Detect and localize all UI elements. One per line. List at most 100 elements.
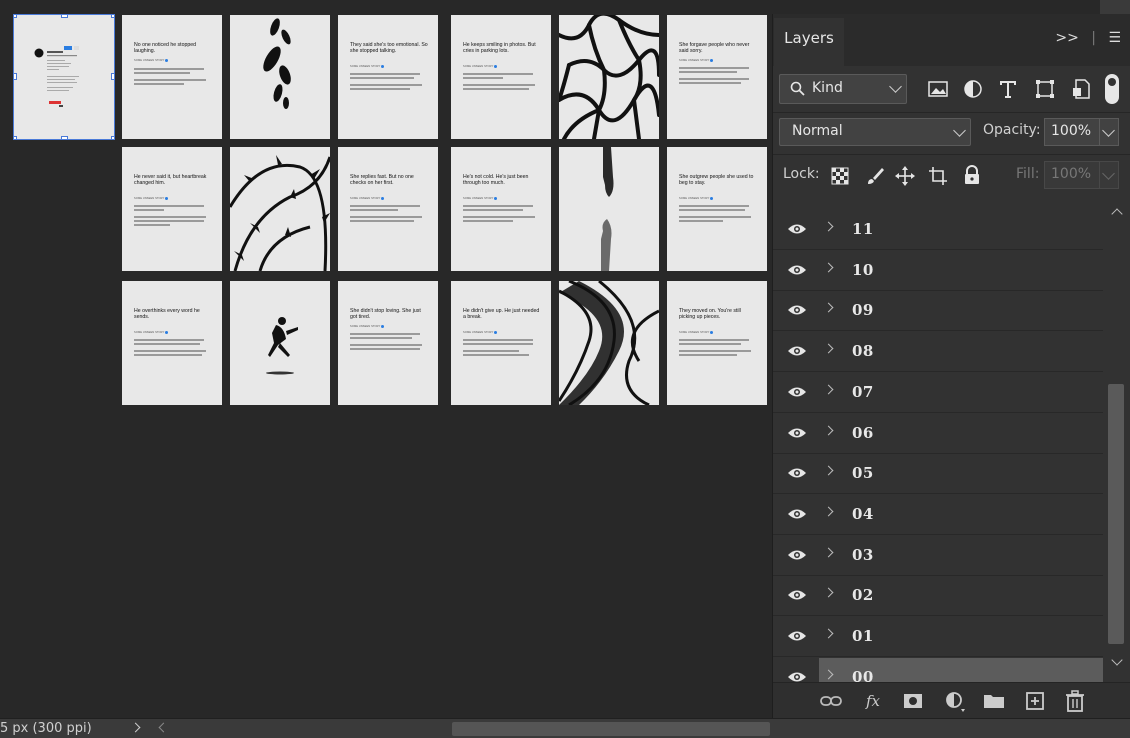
opacity-dropdown[interactable] xyxy=(1099,118,1119,146)
artboard-image-leaping-figure[interactable] xyxy=(230,281,330,405)
visibility-eye-icon[interactable] xyxy=(787,670,807,682)
visibility-eye-icon[interactable] xyxy=(787,629,807,643)
expand-group-arrow-icon[interactable] xyxy=(823,302,834,313)
artboard-text[interactable]: She replies fast. But no one checks on h… xyxy=(338,147,438,271)
new-layer-icon[interactable] xyxy=(1023,689,1047,713)
visibility-eye-icon[interactable] xyxy=(787,303,807,317)
layer-row[interactable]: 09 xyxy=(773,291,1103,331)
artboard-text[interactable]: He never said it, but heartbreak changed… xyxy=(122,147,222,271)
visibility-eye-icon[interactable] xyxy=(787,507,807,521)
layers-panel-toolbar: fx xyxy=(773,682,1130,719)
resize-handle-left[interactable] xyxy=(14,73,17,80)
horizontal-scrollbar-thumb[interactable] xyxy=(452,722,770,736)
layer-list: 11 10 09 08 07 06 05 04 03 02 01 00 xyxy=(773,198,1103,682)
scroll-up-icon[interactable] xyxy=(1111,208,1123,220)
layer-row[interactable]: 06 xyxy=(773,414,1103,454)
expand-group-arrow-icon[interactable] xyxy=(823,384,834,395)
panel-menu-icon[interactable]: ☰ xyxy=(1108,30,1121,46)
filter-toggle-switch[interactable] xyxy=(1105,74,1119,104)
artboard-text[interactable]: No one noticed he stopped laughing. SOME… xyxy=(122,15,222,139)
expand-group-arrow-icon[interactable] xyxy=(823,465,834,476)
layer-row[interactable]: 03 xyxy=(773,536,1103,576)
lock-artboard-nesting-icon[interactable] xyxy=(928,166,948,186)
layer-row[interactable]: 02 xyxy=(773,576,1103,616)
artboard-image-falling-figures[interactable] xyxy=(230,15,330,139)
filter-smart-objects-icon[interactable] xyxy=(1068,76,1094,102)
artboard-cover[interactable] xyxy=(13,14,115,140)
layer-row[interactable]: 10 xyxy=(773,251,1103,291)
layer-row[interactable]: 00 xyxy=(773,658,1103,682)
expand-group-arrow-icon[interactable] xyxy=(823,425,834,436)
visibility-eye-icon[interactable] xyxy=(787,426,807,440)
expand-group-arrow-icon[interactable] xyxy=(823,587,834,598)
artboard-image-flowing-lines[interactable] xyxy=(559,281,659,405)
resize-handle-bottom[interactable] xyxy=(61,136,68,139)
artboard-text[interactable]: She outgrew people she used to beg to st… xyxy=(667,147,767,271)
new-fill-adjustment-layer-icon[interactable] xyxy=(943,689,967,713)
document-canvas[interactable]: No one noticed he stopped laughing. SOME… xyxy=(0,0,772,718)
lock-image-pixels-brush-icon[interactable] xyxy=(865,166,885,186)
layer-row[interactable]: 04 xyxy=(773,495,1103,535)
artboard-image-thorns[interactable] xyxy=(230,147,330,271)
resize-handle-top-left[interactable] xyxy=(14,15,17,18)
artboard-text[interactable]: She forgave people who never said sorry.… xyxy=(667,15,767,139)
visibility-eye-icon[interactable] xyxy=(787,222,807,236)
layer-name: 11 xyxy=(852,220,874,238)
status-bar: 5 px (300 ppi) xyxy=(0,718,1130,738)
expand-group-arrow-icon[interactable] xyxy=(823,343,834,354)
artboard-text[interactable]: He didn't give up. He just needed a brea… xyxy=(451,281,551,405)
resize-handle-top-right[interactable] xyxy=(111,15,114,18)
artboard-text[interactable]: They said she's too emotional. So she st… xyxy=(338,15,438,139)
artboard-text[interactable]: He keeps smiling in photos. But cries in… xyxy=(451,15,551,139)
layer-style-fx-icon[interactable]: fx xyxy=(861,689,885,713)
lock-transparent-pixels-icon[interactable] xyxy=(831,167,849,185)
tab-layers[interactable]: Layers xyxy=(774,18,844,66)
scrollbar-thumb[interactable] xyxy=(1108,384,1124,644)
artboard-text[interactable]: He's not cold. He's just been through to… xyxy=(451,147,551,271)
artboard-image-reaching-hands[interactable] xyxy=(559,147,659,271)
resize-handle-bottom-right[interactable] xyxy=(111,136,114,139)
add-layer-mask-icon[interactable] xyxy=(901,689,925,713)
artboard-text[interactable]: He overthinks every word he sends. SOME … xyxy=(122,281,222,405)
layer-row[interactable]: 07 xyxy=(773,373,1103,413)
visibility-eye-icon[interactable] xyxy=(787,548,807,562)
expand-group-arrow-icon[interactable] xyxy=(823,506,834,517)
resize-handle-bottom-left[interactable] xyxy=(14,136,17,139)
resize-handle-top[interactable] xyxy=(61,15,68,18)
new-group-folder-icon[interactable] xyxy=(982,689,1006,713)
visibility-eye-icon[interactable] xyxy=(787,263,807,277)
expand-group-arrow-icon[interactable] xyxy=(823,547,834,558)
visibility-eye-icon[interactable] xyxy=(787,344,807,358)
scroll-down-icon[interactable] xyxy=(1111,654,1123,666)
visibility-eye-icon[interactable] xyxy=(787,588,807,602)
filter-kind-select[interactable]: Kind xyxy=(779,74,907,104)
expand-group-arrow-icon[interactable] xyxy=(823,221,834,232)
artboard-meta: SOME UNSEEN STORY xyxy=(350,197,385,200)
expand-group-arrow-icon[interactable] xyxy=(823,262,834,273)
filter-adjustment-layers-icon[interactable] xyxy=(960,76,986,102)
visibility-eye-icon[interactable] xyxy=(787,466,807,480)
artboard-image-network[interactable] xyxy=(559,15,659,139)
fill-dropdown[interactable] xyxy=(1099,161,1119,189)
layer-row[interactable]: 11 xyxy=(773,210,1103,250)
filter-shape-layers-icon[interactable] xyxy=(1032,76,1058,102)
collapse-panels-icon[interactable]: >> xyxy=(1055,30,1078,46)
scroll-left-icon[interactable] xyxy=(158,722,169,733)
expand-group-arrow-icon[interactable] xyxy=(823,628,834,639)
artboard-text[interactable]: She didn't stop loving. She just got tir… xyxy=(338,281,438,405)
filter-type-layers-icon[interactable] xyxy=(995,76,1021,102)
filter-pixel-layers-icon[interactable] xyxy=(925,76,951,102)
lock-all-icon[interactable] xyxy=(963,165,981,185)
layer-row[interactable]: 05 xyxy=(773,454,1103,494)
blend-mode-select[interactable]: Normal xyxy=(779,118,971,146)
link-layers-icon[interactable] xyxy=(819,689,843,713)
layer-row[interactable]: 08 xyxy=(773,332,1103,372)
artboard-text[interactable]: They moved on. You're still picking up p… xyxy=(667,281,767,405)
resize-handle-right[interactable] xyxy=(111,73,114,80)
layer-list-scrollbar[interactable] xyxy=(1103,198,1130,682)
status-menu-arrow-icon[interactable] xyxy=(130,722,141,733)
lock-position-move-icon[interactable] xyxy=(895,166,915,186)
visibility-eye-icon[interactable] xyxy=(787,385,807,399)
delete-layer-trash-icon[interactable] xyxy=(1063,689,1087,713)
layer-row[interactable]: 01 xyxy=(773,617,1103,657)
